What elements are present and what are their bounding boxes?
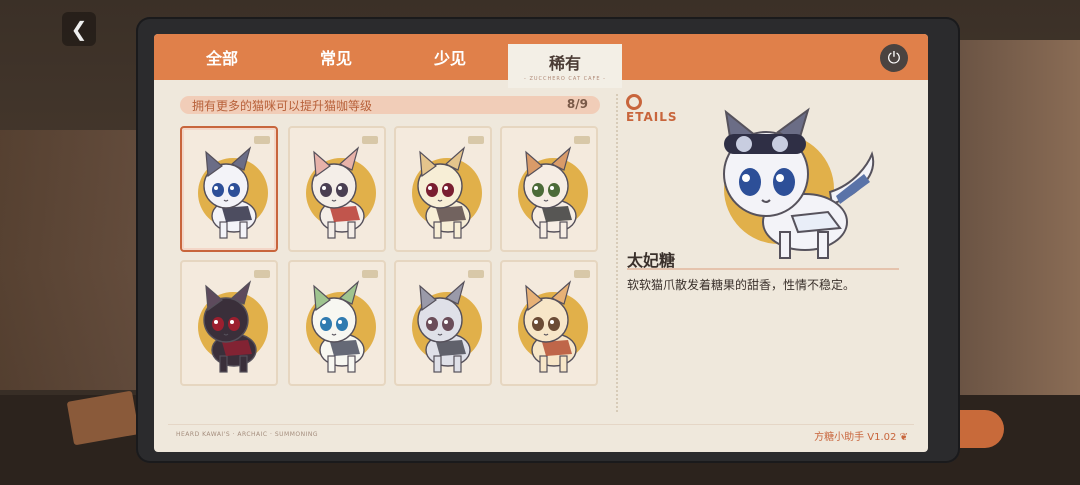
- paw-icon: [574, 270, 590, 278]
- cat-card[interactable]: [394, 260, 492, 386]
- back-button[interactable]: ❮: [62, 12, 96, 46]
- cat-avatar: [417, 146, 471, 239]
- power-icon: ⏻: [887, 48, 901, 67]
- tab-all[interactable]: 全部: [170, 34, 274, 80]
- tab-common[interactable]: 常见: [284, 34, 388, 80]
- cat-avatar: [203, 280, 257, 373]
- paw-icon: [362, 136, 378, 144]
- paw-icon: [362, 270, 378, 278]
- tab-rare[interactable]: 稀有 - ZUCCHERO CAT CAFE -: [508, 44, 622, 88]
- footer: HEARD KAWAI'S · ARCHAIC · SUMMONING 方糖小助…: [168, 424, 914, 445]
- cat-card[interactable]: [180, 126, 278, 252]
- cat-avatar: [203, 146, 257, 239]
- cat-avatar: [523, 146, 577, 239]
- tab-bar: 全部 常见 少见 稀有 - ZUCCHERO CAT CAFE - ⏻: [154, 34, 928, 88]
- chevron-left-icon: ❮: [70, 17, 88, 41]
- cat-avatar: [311, 280, 365, 373]
- cat-card[interactable]: [500, 260, 598, 386]
- paw-icon: [254, 270, 270, 278]
- details-logo: ETAILS: [626, 94, 686, 124]
- cat-card[interactable]: [288, 260, 386, 386]
- level-hint-banner: 拥有更多的猫咪可以提升猫咖等级 8/9: [180, 96, 600, 114]
- tab-uncommon[interactable]: 少见: [398, 34, 502, 80]
- paw-icon: [468, 136, 484, 144]
- cat-description: 软软猫爪散发着糖果的甜香，性情不稳定。: [627, 278, 856, 292]
- cat-avatar: [523, 280, 577, 373]
- cat-collection-panel: 全部 常见 少见 稀有 - ZUCCHERO CAT CAFE - ⏻ 拥有更多…: [154, 34, 928, 452]
- cat-card[interactable]: [394, 126, 492, 252]
- paw-icon: ❦: [899, 432, 908, 443]
- cat-avatar: [311, 146, 365, 239]
- paw-icon: [574, 136, 590, 144]
- shelf-decor: [0, 130, 140, 390]
- power-button[interactable]: ⏻: [880, 44, 908, 72]
- paw-icon: [468, 270, 484, 278]
- cat-card[interactable]: [288, 126, 386, 252]
- divider: [616, 94, 618, 412]
- paw-icon: [254, 136, 270, 144]
- cat-card[interactable]: [500, 126, 598, 252]
- cat-portrait: [723, 107, 875, 259]
- cat-avatar: [417, 280, 471, 373]
- cat-card[interactable]: [180, 260, 278, 386]
- name-underline: [627, 268, 899, 270]
- version-label: 方糖小助手 V1.02 ❦: [814, 432, 908, 443]
